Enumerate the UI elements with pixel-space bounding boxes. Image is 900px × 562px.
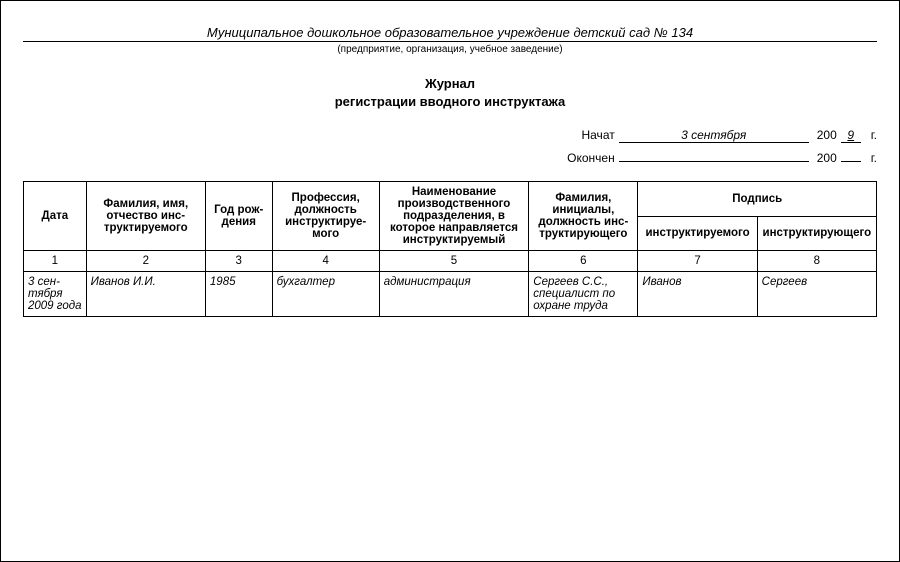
column-number-row: 1 2 3 4 5 6 7 8 [24, 251, 877, 272]
cell-instructor: Сергеев С.С., специалист по охране труда [529, 272, 638, 317]
end-date-value [619, 147, 809, 162]
century-prefix-2: 200 [817, 151, 837, 165]
colnum-6: 6 [529, 251, 638, 272]
year-suffix: г. [871, 128, 877, 142]
start-year-digit: 9 [841, 128, 861, 143]
colnum-7: 7 [638, 251, 757, 272]
colnum-2: 2 [86, 251, 205, 272]
cell-date: 3 сен­тября 2009 года [24, 272, 87, 317]
colnum-8: 8 [757, 251, 876, 272]
year-suffix-2: г. [871, 151, 877, 165]
cell-prof: бухгалтер [272, 272, 379, 317]
title-line-2: регистрации вводного инструктажа [23, 93, 877, 111]
colnum-3: 3 [205, 251, 272, 272]
start-label: Начат [581, 128, 614, 142]
cell-birth: 1985 [205, 272, 272, 317]
title-block: Журнал регистрации вводного инструктажа [23, 75, 877, 110]
colnum-4: 4 [272, 251, 379, 272]
title-line-1: Журнал [23, 75, 877, 93]
cell-dept: администрация [379, 272, 529, 317]
col-date: Дата [24, 182, 87, 251]
colnum-1: 1 [24, 251, 87, 272]
end-year-digit [841, 147, 861, 162]
document-page: Муниципальное дошкольное образовательное… [0, 0, 900, 562]
start-date-value: 3 сентября [619, 128, 809, 143]
end-label: Окончен [567, 151, 615, 165]
col-sign-group: Подпись [638, 182, 877, 217]
org-name: Муниципальное дошкольное образовательное… [23, 25, 877, 41]
colnum-5: 5 [379, 251, 529, 272]
col-fio: Фамилия, имя, отчество инс­труктируемого [86, 182, 205, 251]
col-sign-trainee: инструктируемого [638, 216, 757, 251]
dates-block: Начат 3 сентября 200 9 г. Окончен 200 г. [23, 128, 877, 165]
register-table: Дата Фамилия, имя, отчество инс­труктиру… [23, 181, 877, 317]
col-dept: Наименование производственного подраздел… [379, 182, 529, 251]
org-underline [23, 41, 877, 42]
cell-sign-trainee: Иванов [638, 272, 757, 317]
col-prof: Профессия, должность инструктируе­мого [272, 182, 379, 251]
cell-sign-instructor: Сергеев [757, 272, 876, 317]
col-instructor: Фамилия, инициалы, должность инс­труктир… [529, 182, 638, 251]
end-date-row: Окончен 200 г. [23, 147, 877, 165]
cell-fio: Иванов И.И. [86, 272, 205, 317]
col-birth: Год рож­дения [205, 182, 272, 251]
century-prefix: 200 [817, 128, 837, 142]
table-head: Дата Фамилия, имя, отчество инс­труктиру… [24, 182, 877, 272]
start-date-row: Начат 3 сентября 200 9 г. [23, 128, 877, 143]
col-sign-instructor: инструктирующего [757, 216, 876, 251]
table-body: 3 сен­тября 2009 года Иванов И.И. 1985 б… [24, 272, 877, 317]
table-row: 3 сен­тября 2009 года Иванов И.И. 1985 б… [24, 272, 877, 317]
org-sublabel: (предприятие, организация, учебное завед… [23, 44, 877, 55]
org-block: Муниципальное дошкольное образовательное… [23, 25, 877, 55]
